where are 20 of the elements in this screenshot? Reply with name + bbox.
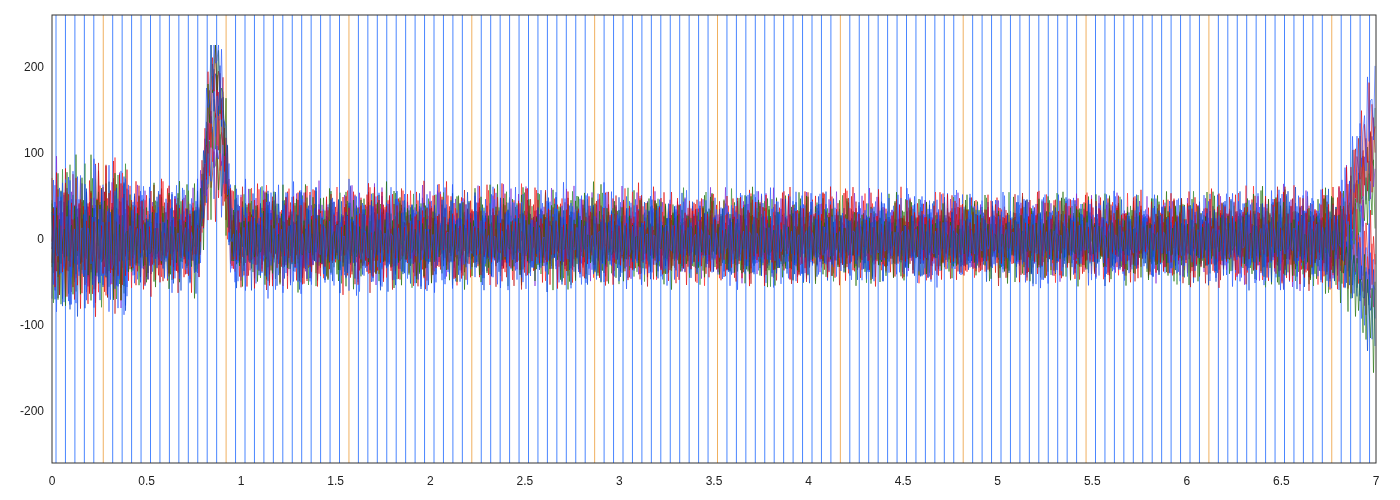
x-tick-label: 5 [994, 474, 1002, 488]
y-tick-label: 0 [37, 232, 44, 246]
x-tick-label: 5.5 [1083, 474, 1101, 488]
x-tick-label: 3 [616, 474, 623, 488]
x-tick-label: 0.5 [138, 474, 155, 488]
x-tick-label: 6.5 [1273, 474, 1290, 488]
y-tick-label: -200 [19, 404, 44, 418]
x-tick-label: 3.5 [705, 474, 723, 488]
x-tick-label: 1.5 [327, 474, 345, 488]
y-tick-label: -100 [19, 318, 44, 332]
x-tick-label: 6 [1183, 474, 1191, 488]
y-tick-label: 100 [23, 146, 44, 160]
x-tick-label: 2 [426, 474, 434, 488]
x-tick-label: 4.5 [894, 474, 912, 488]
x-tick-label: 4 [805, 474, 812, 488]
y-tick-label: 200 [23, 60, 44, 74]
x-tick-label: 2.5 [516, 474, 534, 488]
x-tick-label: 1 [237, 474, 245, 488]
x-tick-label: 0 [48, 474, 56, 488]
x-tick-label: 7 [1372, 474, 1380, 488]
